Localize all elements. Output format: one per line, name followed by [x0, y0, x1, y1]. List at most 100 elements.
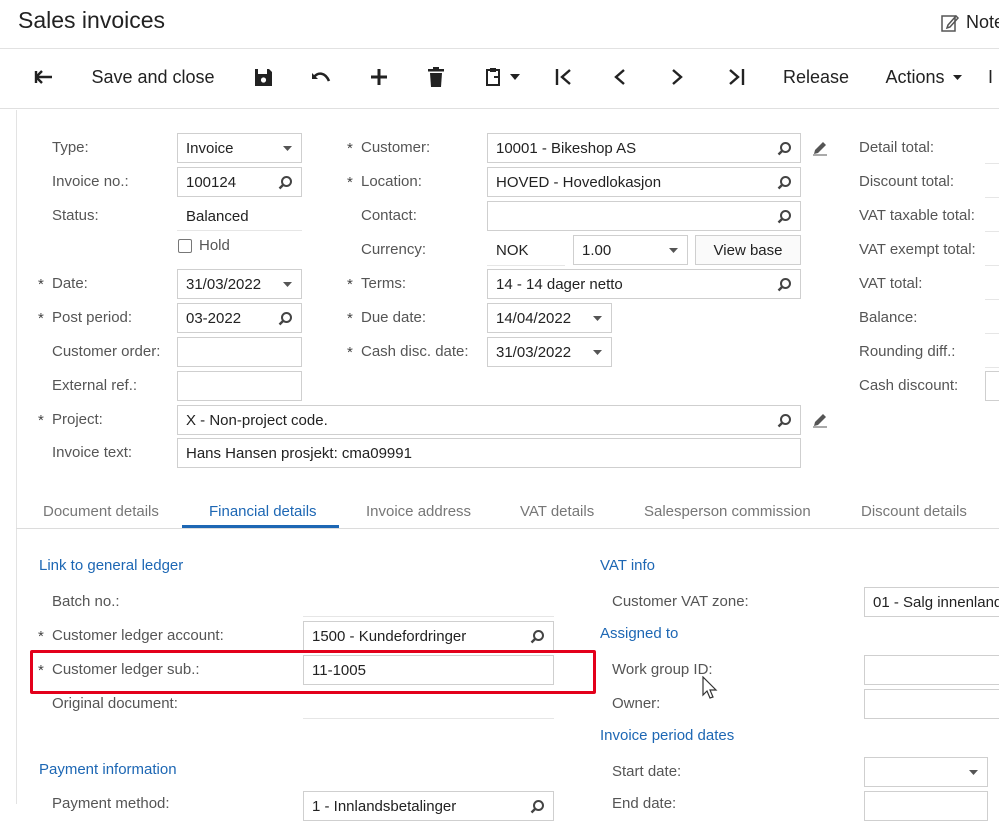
owner-label: Owner:: [612, 695, 661, 712]
notes-label: Note: [966, 12, 999, 32]
first-icon: [555, 69, 571, 85]
status-value: Balanced: [186, 208, 249, 225]
invoice-period-dates-heading: Invoice period dates: [600, 727, 735, 744]
payment-information-heading: Payment information: [39, 761, 177, 778]
batch-no-label: Batch no.:: [52, 593, 120, 610]
due-date-field[interactable]: 14/04/2022: [487, 303, 612, 333]
chevron-left-icon: [614, 69, 625, 85]
previous-record-button[interactable]: [606, 56, 634, 98]
due-date-label: Due date:: [361, 309, 427, 326]
invoice-text-field[interactable]: Hans Hansen prosjekt: cma09991: [177, 438, 801, 468]
detail-total-label: Detail total:: [859, 139, 935, 156]
required-marker: *: [38, 628, 44, 645]
chevron-down-icon: [283, 281, 292, 287]
actions-menu-button[interactable]: Actions: [882, 56, 966, 98]
undo-button[interactable]: [306, 56, 334, 98]
start-date-field[interactable]: [864, 757, 988, 787]
delete-button[interactable]: [423, 56, 449, 98]
post-period-label: Post period:: [52, 309, 133, 326]
pencil-icon: [813, 414, 827, 428]
more-toolbar-button[interactable]: I: [988, 56, 999, 98]
required-marker: *: [347, 174, 353, 191]
date-label: Date:: [52, 275, 88, 292]
original-document-label: Original document:: [52, 695, 178, 712]
edit-customer-button[interactable]: [812, 140, 828, 161]
clipboard-icon: [486, 68, 500, 86]
total-underline: [985, 197, 999, 198]
total-underline: [985, 231, 999, 232]
project-field[interactable]: X - Non-project code.: [177, 405, 801, 435]
currency-rate-select[interactable]: 1.00: [573, 235, 688, 265]
customer-ledger-account-label: Customer ledger account:: [52, 627, 224, 644]
hold-checkbox[interactable]: [178, 239, 192, 253]
tab-salesperson-commission[interactable]: Salesperson commission: [644, 503, 811, 520]
save-and-close-button[interactable]: Save and close: [88, 56, 218, 98]
save-button[interactable]: [250, 56, 276, 98]
batch-no-underline: [303, 616, 554, 617]
start-date-label: Start date:: [612, 763, 682, 780]
type-select[interactable]: Invoice: [177, 133, 302, 163]
customer-ledger-account-field[interactable]: 1500 - Kundefordringer: [303, 621, 554, 651]
external-ref-field[interactable]: [177, 371, 302, 401]
location-field[interactable]: HOVED - Hovedlokasjon: [487, 167, 801, 197]
add-button[interactable]: [366, 56, 392, 98]
search-icon: [777, 175, 791, 189]
tab-discount-details[interactable]: Discount details: [861, 503, 967, 520]
end-date-field[interactable]: [864, 791, 988, 821]
customer-field[interactable]: 10001 - Bikeshop AS: [487, 133, 801, 163]
contact-label: Contact:: [361, 207, 417, 224]
date-field[interactable]: 31/03/2022: [177, 269, 302, 299]
tab-invoice-address[interactable]: Invoice address: [366, 503, 471, 520]
release-button[interactable]: Release: [778, 56, 854, 98]
next-record-button[interactable]: [663, 56, 691, 98]
terms-field[interactable]: 14 - 14 dager netto: [487, 269, 801, 299]
last-icon: [729, 69, 745, 85]
search-icon: [777, 141, 791, 155]
last-record-button[interactable]: [722, 56, 750, 98]
tab-financial-details[interactable]: Financial details: [209, 503, 317, 520]
total-underline: [985, 367, 999, 368]
tab-vat-details[interactable]: VAT details: [520, 503, 594, 520]
notes-icon: [941, 14, 960, 32]
edit-project-button[interactable]: [812, 412, 828, 433]
page-title: Sales invoices: [18, 7, 166, 33]
contact-field[interactable]: [487, 201, 801, 231]
required-marker: *: [347, 276, 353, 293]
customer-vat-zone-field[interactable]: 01 - Salg innenland: [864, 587, 999, 617]
header-divider: [0, 48, 999, 49]
chevron-down-icon: [510, 74, 520, 80]
view-base-button[interactable]: View base: [695, 235, 801, 265]
customer-vat-zone-label: Customer VAT zone:: [612, 593, 749, 610]
type-label: Type:: [52, 139, 89, 156]
highlight-box: [30, 650, 596, 694]
cash-disc-date-label: Cash disc. date:: [361, 343, 469, 360]
total-underline: [985, 299, 999, 300]
link-to-general-ledger-heading: Link to general ledger: [39, 557, 184, 574]
invoice-no-label: Invoice no.:: [52, 173, 129, 190]
vat-exempt-total-label: VAT exempt total:: [859, 241, 976, 258]
cash-disc-date-field[interactable]: 31/03/2022: [487, 337, 612, 367]
customer-order-field[interactable]: [177, 337, 302, 367]
notes-button[interactable]: Note: [940, 12, 999, 33]
discount-total-label: Discount total:: [859, 173, 955, 190]
cash-discount-field[interactable]: [985, 371, 999, 401]
original-document-underline: [303, 718, 554, 719]
copy-paste-button[interactable]: [480, 56, 526, 98]
toolbar: Save and close Release Actions I: [0, 56, 999, 98]
payment-method-field[interactable]: 1 - Innlandsbetalinger: [303, 791, 554, 821]
vat-total-label: VAT total:: [859, 275, 923, 292]
post-period-field[interactable]: 03-2022: [177, 303, 302, 333]
total-underline: [985, 265, 999, 266]
cash-discount-label: Cash discount:: [859, 377, 959, 394]
first-record-button[interactable]: [550, 56, 578, 98]
tab-document-details[interactable]: Document details: [43, 503, 159, 520]
terms-label: Terms:: [361, 275, 406, 292]
invoice-no-field[interactable]: 100124: [177, 167, 302, 197]
customer-label: Customer:: [361, 139, 431, 156]
chevron-right-icon: [672, 69, 683, 85]
back-button[interactable]: [30, 56, 58, 98]
work-group-id-field[interactable]: [864, 655, 999, 685]
owner-field[interactable]: [864, 689, 999, 719]
customer-order-label: Customer order:: [52, 343, 161, 360]
active-tab-indicator: [182, 525, 339, 528]
